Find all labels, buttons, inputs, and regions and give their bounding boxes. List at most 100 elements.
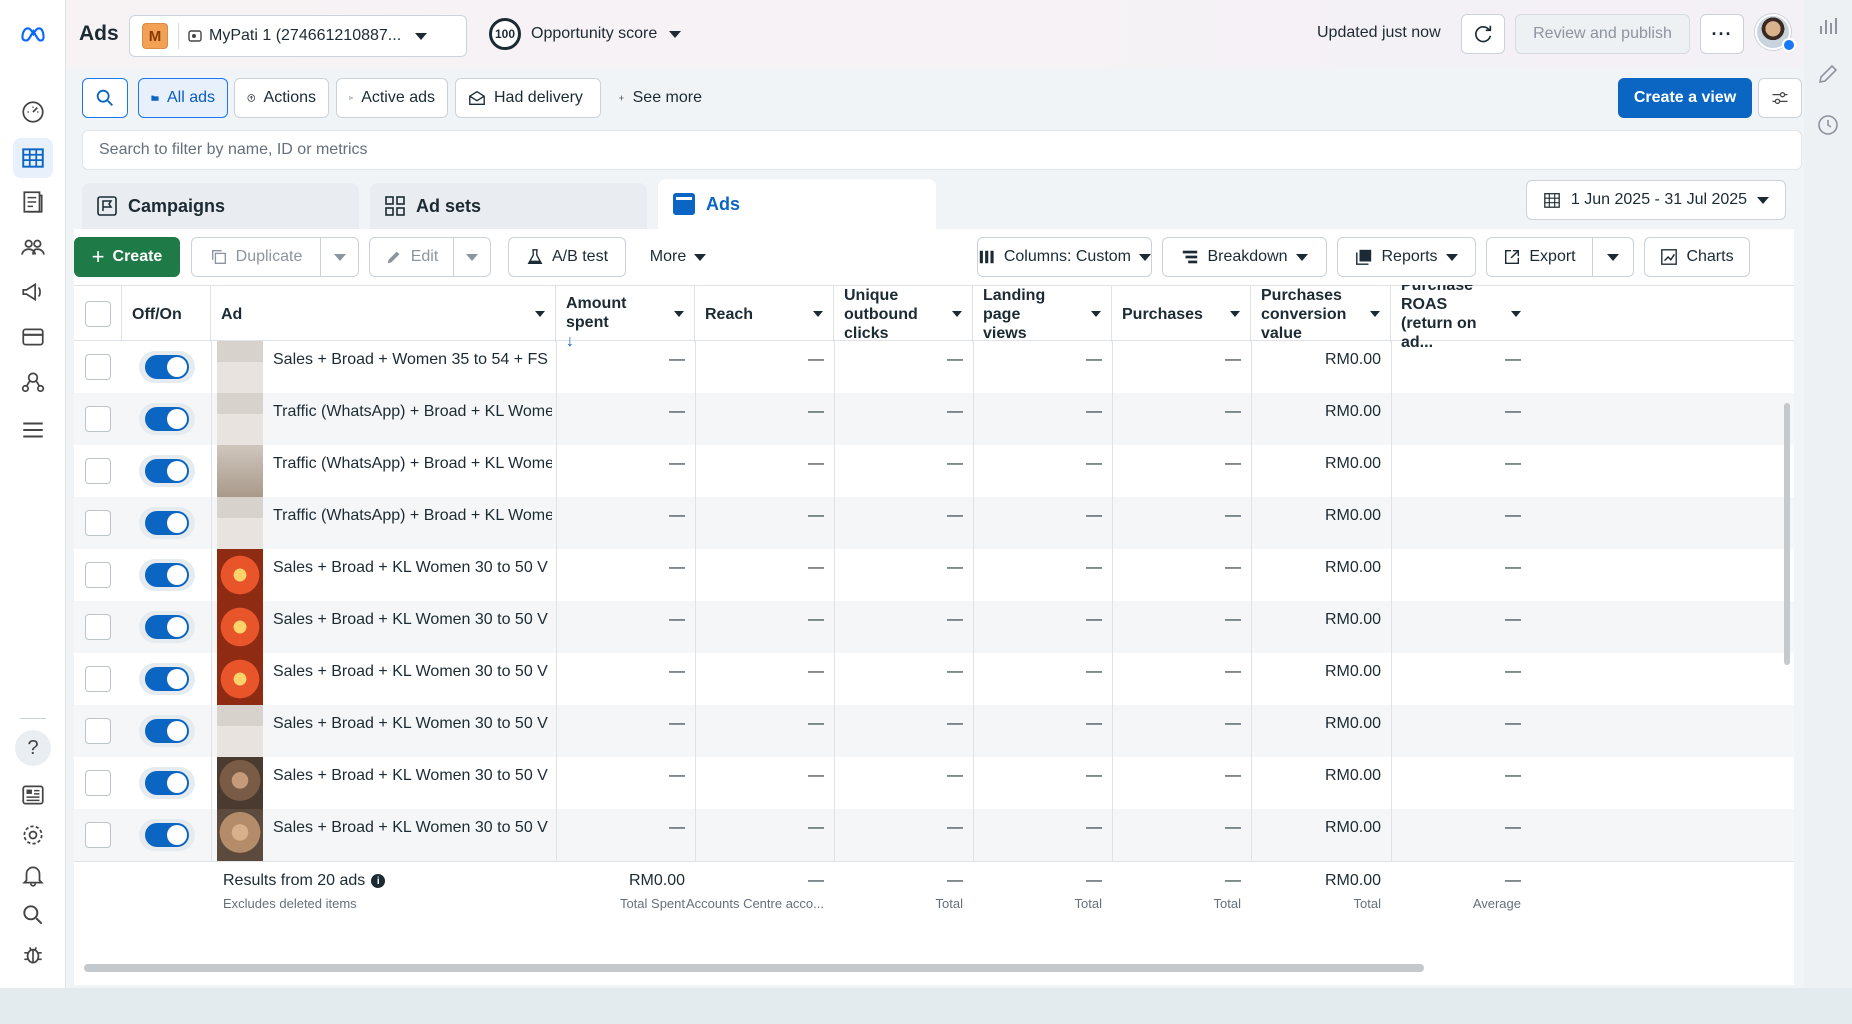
filter-see-more[interactable]: See more bbox=[605, 78, 715, 118]
ad-name-cell[interactable]: Traffic (WhatsApp) + Broad + KL Women 3.… bbox=[263, 445, 552, 497]
news-icon[interactable] bbox=[13, 775, 53, 815]
delivery-toggle[interactable] bbox=[138, 767, 195, 799]
row-checkbox[interactable] bbox=[85, 510, 111, 536]
create-button[interactable]: + Create bbox=[74, 237, 180, 277]
create-view-button[interactable]: Create a view bbox=[1618, 78, 1752, 118]
filter-had-delivery[interactable]: Had delivery bbox=[455, 78, 601, 118]
ad-account-selector[interactable]: M MyPati 1 (274661210887... bbox=[129, 15, 467, 57]
search-input[interactable] bbox=[99, 141, 1801, 159]
duplicate-dropdown-button[interactable] bbox=[320, 237, 359, 277]
megaphone-icon[interactable] bbox=[13, 272, 53, 312]
billing-card-icon[interactable] bbox=[13, 317, 53, 357]
row-checkbox[interactable] bbox=[85, 562, 111, 588]
columns-button[interactable]: Columns: Custom bbox=[977, 237, 1152, 277]
column-header-purchases[interactable]: Purchases bbox=[1112, 286, 1251, 342]
table-row[interactable]: Sales + Broad + KL Women 30 to 50 V + FS… bbox=[74, 705, 1794, 757]
info-icon[interactable]: i bbox=[371, 874, 386, 888]
search-icon[interactable] bbox=[13, 895, 53, 935]
row-checkbox[interactable] bbox=[85, 458, 111, 484]
opportunity-score[interactable]: 100 Opportunity score bbox=[489, 18, 682, 50]
filter-actions[interactable]: Actions bbox=[234, 78, 329, 118]
ad-name-cell[interactable]: Sales + Broad + KL Women 30 to 50 V + FS… bbox=[263, 653, 552, 705]
filter-active-ads[interactable]: Active ads bbox=[336, 78, 448, 118]
row-checkbox[interactable] bbox=[85, 354, 111, 380]
filter-settings-button[interactable] bbox=[1758, 78, 1802, 118]
edit-button[interactable]: Edit bbox=[369, 237, 454, 277]
business-suite-icon[interactable] bbox=[13, 362, 53, 402]
reports-button[interactable]: Reports bbox=[1337, 237, 1476, 277]
delivery-toggle[interactable] bbox=[138, 351, 195, 383]
duplicate-button[interactable]: Duplicate bbox=[191, 237, 321, 277]
ad-thumbnail[interactable] bbox=[211, 445, 263, 497]
column-header-purchase-roas[interactable]: Purchase ROAS (return on ad... bbox=[1391, 285, 1531, 351]
pages-icon[interactable] bbox=[13, 182, 53, 222]
ad-thumbnail[interactable] bbox=[211, 601, 263, 653]
vertical-scrollbar[interactable] bbox=[1784, 403, 1790, 665]
tab-ads[interactable]: Ads bbox=[658, 179, 936, 229]
review-and-publish-button[interactable]: Review and publish bbox=[1515, 14, 1690, 54]
filter-search-button[interactable] bbox=[82, 78, 128, 118]
column-header-landing-page-views[interactable]: Landing page views bbox=[973, 286, 1112, 342]
delivery-toggle[interactable] bbox=[138, 611, 195, 643]
ab-test-button[interactable]: A/B test bbox=[508, 237, 626, 277]
export-button[interactable]: Export bbox=[1486, 237, 1593, 277]
column-header-reach[interactable]: Reach bbox=[695, 286, 834, 342]
row-checkbox[interactable] bbox=[85, 666, 111, 692]
table-row[interactable]: Sales + Broad + KL Women 30 to 50 V + FS… bbox=[74, 601, 1794, 653]
ad-thumbnail[interactable] bbox=[211, 653, 263, 705]
ad-thumbnail[interactable] bbox=[211, 549, 263, 601]
ad-name-cell[interactable]: Sales + Broad + KL Women 30 to 50 V + FS… bbox=[263, 705, 552, 757]
column-header-ad[interactable]: Ad bbox=[211, 286, 556, 342]
breakdown-button[interactable]: Breakdown bbox=[1162, 237, 1327, 277]
row-checkbox[interactable] bbox=[85, 770, 111, 796]
ad-thumbnail[interactable] bbox=[211, 341, 263, 393]
edit-dropdown-button[interactable] bbox=[453, 237, 491, 277]
bug-report-icon[interactable] bbox=[13, 935, 53, 975]
table-row[interactable]: Sales + Broad + Women 35 to 54 + FS 4 — — —… bbox=[74, 341, 1794, 393]
ad-thumbnail[interactable] bbox=[211, 497, 263, 549]
settings-gear-icon[interactable] bbox=[13, 815, 53, 855]
column-header-purchases-conversion-value[interactable]: Purchases conversion value bbox=[1251, 286, 1391, 342]
date-range-picker[interactable]: 1 Jun 2025 - 31 Jul 2025 bbox=[1526, 180, 1786, 220]
delivery-toggle[interactable] bbox=[138, 455, 195, 487]
delivery-toggle[interactable] bbox=[138, 663, 195, 695]
meta-logo-icon[interactable] bbox=[13, 14, 53, 54]
table-row[interactable]: Traffic (WhatsApp) + Broad + KL Women 3.… bbox=[74, 393, 1794, 445]
delivery-toggle[interactable] bbox=[138, 559, 195, 591]
refresh-button[interactable] bbox=[1461, 14, 1505, 54]
audiences-icon[interactable] bbox=[13, 227, 53, 267]
bar-chart-icon[interactable] bbox=[1816, 14, 1840, 38]
help-icon[interactable]: ? bbox=[13, 728, 53, 768]
ad-thumbnail[interactable] bbox=[211, 757, 263, 809]
history-clock-icon[interactable] bbox=[1816, 113, 1840, 137]
ad-thumbnail[interactable] bbox=[211, 809, 263, 861]
row-checkbox[interactable] bbox=[85, 718, 111, 744]
select-all-checkbox[interactable] bbox=[84, 301, 111, 327]
pencil-icon[interactable] bbox=[1816, 62, 1840, 86]
table-row[interactable]: Sales + Broad + KL Women 30 to 50 V + FS… bbox=[74, 653, 1794, 705]
ad-name-cell[interactable]: Sales + Broad + Women 35 to 54 + FS 4 bbox=[263, 341, 552, 393]
row-checkbox[interactable] bbox=[85, 406, 111, 432]
ad-thumbnail[interactable] bbox=[211, 393, 263, 445]
delivery-toggle[interactable] bbox=[138, 819, 195, 851]
charts-button[interactable]: Charts bbox=[1644, 237, 1750, 277]
delivery-toggle[interactable] bbox=[138, 403, 195, 435]
table-row[interactable]: Sales + Broad + KL Women 30 to 50 V + FS… bbox=[74, 757, 1794, 809]
ad-name-cell[interactable]: Sales + Broad + KL Women 30 to 50 V + FS… bbox=[263, 549, 552, 601]
ad-name-cell[interactable]: Sales + Broad + KL Women 30 to 50 V + FS… bbox=[263, 757, 552, 809]
row-checkbox[interactable] bbox=[85, 822, 111, 848]
table-row[interactable]: Sales + Broad + KL Women 30 to 50 V + FS… bbox=[74, 809, 1794, 861]
ad-name-cell[interactable]: Sales + Broad + KL Women 30 to 50 V + FS… bbox=[263, 601, 552, 653]
ad-name-cell[interactable]: Traffic (WhatsApp) + Broad + KL Women 3.… bbox=[263, 393, 552, 445]
delivery-toggle[interactable] bbox=[138, 715, 195, 747]
ad-thumbnail[interactable] bbox=[211, 705, 263, 757]
table-row[interactable]: Traffic (WhatsApp) + Broad + KL Women 3.… bbox=[74, 445, 1794, 497]
more-button[interactable]: More bbox=[636, 237, 720, 277]
export-dropdown-button[interactable] bbox=[1592, 237, 1634, 277]
table-row[interactable]: Sales + Broad + KL Women 30 to 50 V + FS… bbox=[74, 549, 1794, 601]
tab-ad-sets[interactable]: Ad sets bbox=[370, 183, 647, 229]
column-header-off-on[interactable]: Off/On bbox=[122, 286, 211, 342]
filter-all-ads[interactable]: All ads bbox=[138, 78, 228, 118]
row-checkbox[interactable] bbox=[85, 614, 111, 640]
column-header-unique-outbound-clicks[interactable]: Unique outbound clicks bbox=[834, 286, 973, 342]
